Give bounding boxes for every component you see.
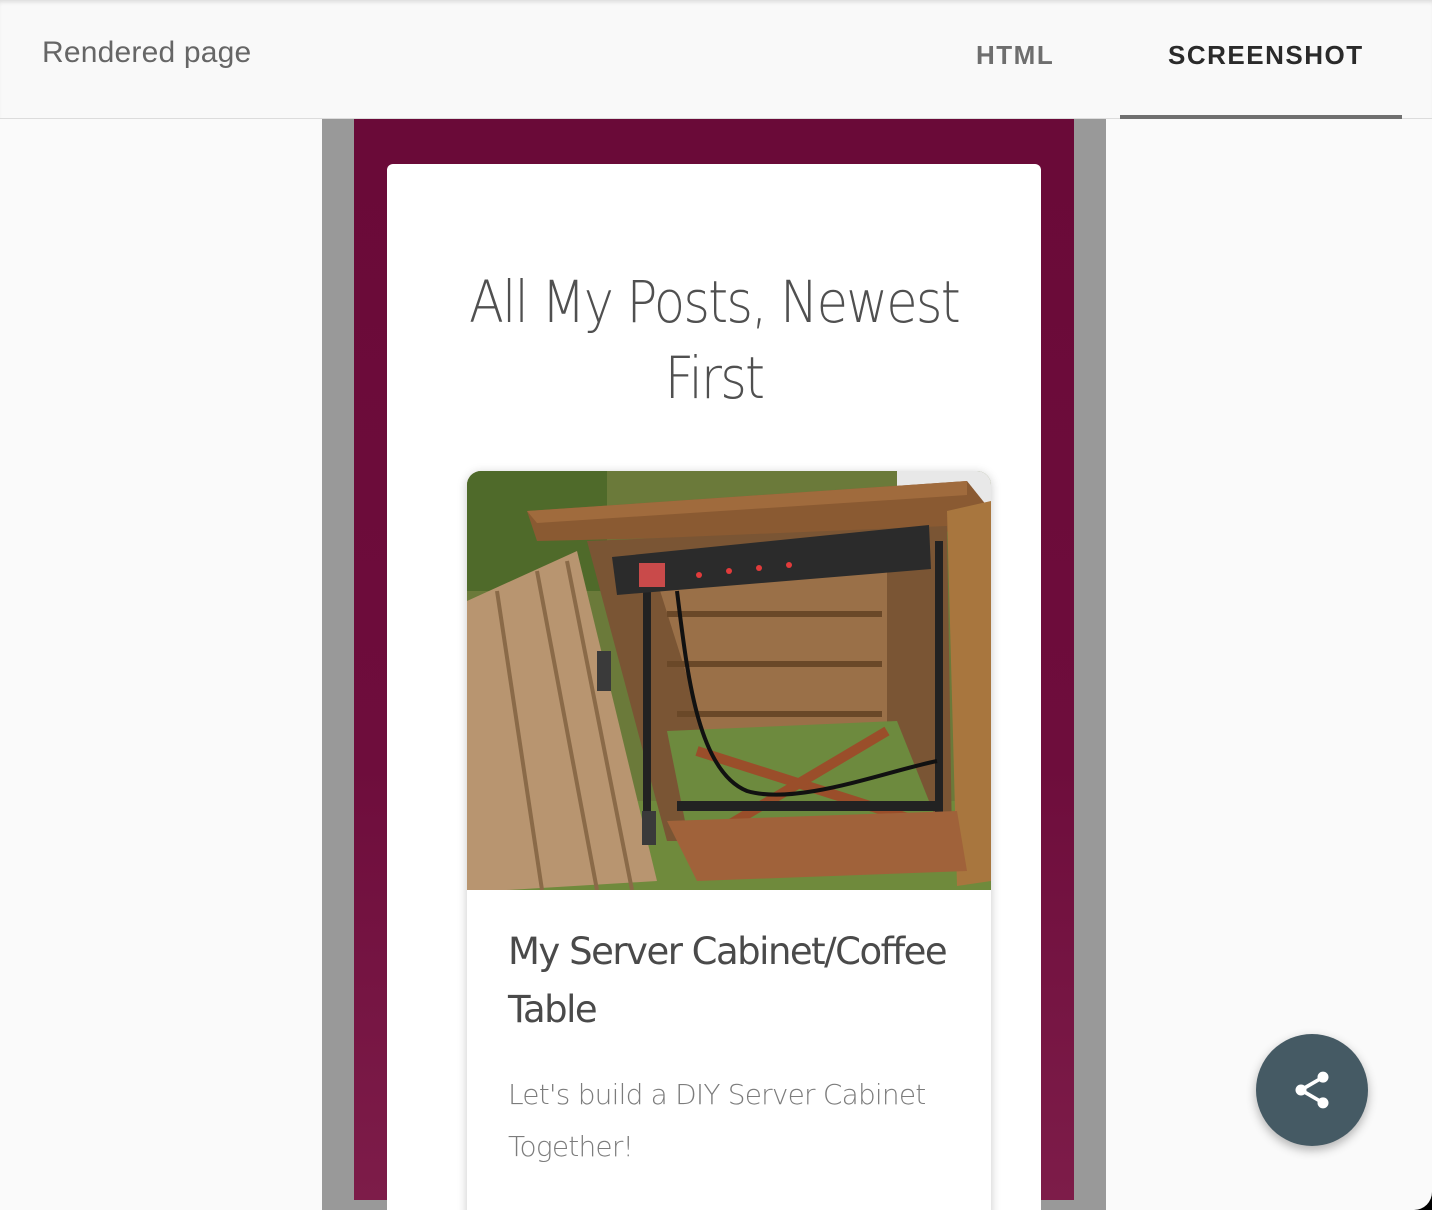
post-title[interactable]: My Server Cabinet/Coffee Table (508, 923, 958, 1039)
post-card[interactable]: My Server Cabinet/Coffee Table Let's bui… (467, 471, 991, 1210)
rendered-site: All My Posts, Newest First My Server Cab… (354, 119, 1074, 1210)
share-icon (1295, 1071, 1329, 1109)
page-title: All My Posts, Newest First (469, 268, 961, 412)
share-button[interactable] (1256, 1034, 1368, 1146)
app-window: Rendered page HTML SCREENSHOT All My Pos… (0, 0, 1432, 1210)
top-bar: Rendered page HTML SCREENSHOT (0, 0, 1432, 119)
tab-html[interactable]: HTML (976, 40, 1054, 71)
screenshot-viewport[interactable]: All My Posts, Newest First My Server Cab… (322, 119, 1106, 1210)
tab-screenshot[interactable]: SCREENSHOT (1168, 40, 1364, 71)
post-description: Let's build a DIY Server Cabinet Togethe… (508, 1078, 926, 1163)
active-tab-indicator (1120, 115, 1402, 119)
content-card: All My Posts, Newest First My Server Cab… (387, 164, 1041, 1210)
post-image[interactable] (467, 471, 991, 890)
app-title: Rendered page (42, 36, 252, 69)
